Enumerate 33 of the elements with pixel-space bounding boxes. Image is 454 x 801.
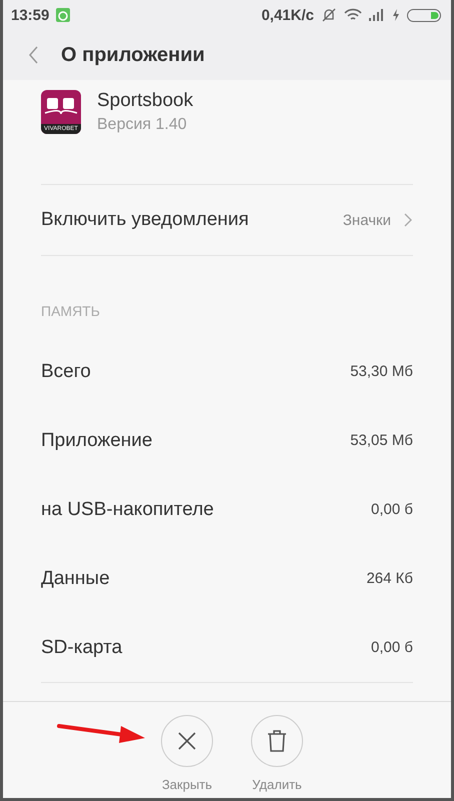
trash-icon (267, 730, 287, 752)
row-label: SD-карта (41, 636, 124, 658)
muted-bell-icon (321, 8, 337, 22)
chevron-icon (403, 212, 413, 228)
row-label: Данные (41, 568, 111, 590)
status-time: 13:59 (11, 6, 50, 24)
section-title: ПАМЯТЬ (41, 302, 101, 321)
wifi-icon (344, 8, 362, 22)
screen-title: О приложении (61, 44, 205, 66)
row-label: Приложение (41, 430, 154, 452)
notification-icon (56, 8, 70, 22)
row-value: 264 Кб (366, 570, 413, 587)
row-label: Включить уведомления (41, 209, 250, 231)
notifications-row[interactable]: Включить уведомления Значки (41, 185, 413, 255)
app-name: Sportsbook (97, 90, 194, 112)
network-speed: 0,41K/c (261, 6, 314, 24)
action-label: Удалить (252, 777, 302, 792)
charging-icon (392, 9, 400, 21)
close-icon (177, 731, 197, 751)
signal-icon (369, 9, 385, 21)
row-value: 53,05 Мб (350, 432, 413, 449)
row-value: 0,00 б (371, 639, 413, 656)
app-version: Версия 1.40 (97, 116, 188, 134)
action-label: Закрыть (162, 777, 212, 792)
back-icon[interactable] (27, 45, 39, 65)
row-value: 53,30 Мб (350, 363, 413, 380)
action-button[interactable] (251, 715, 303, 767)
row-label: Всего (41, 360, 92, 382)
row-value: 0,00 б (371, 501, 413, 518)
row-value: Значки (342, 212, 391, 228)
action-button[interactable] (161, 715, 213, 767)
row-label: на USB-накопителе (41, 498, 215, 520)
battery-icon (407, 8, 441, 22)
